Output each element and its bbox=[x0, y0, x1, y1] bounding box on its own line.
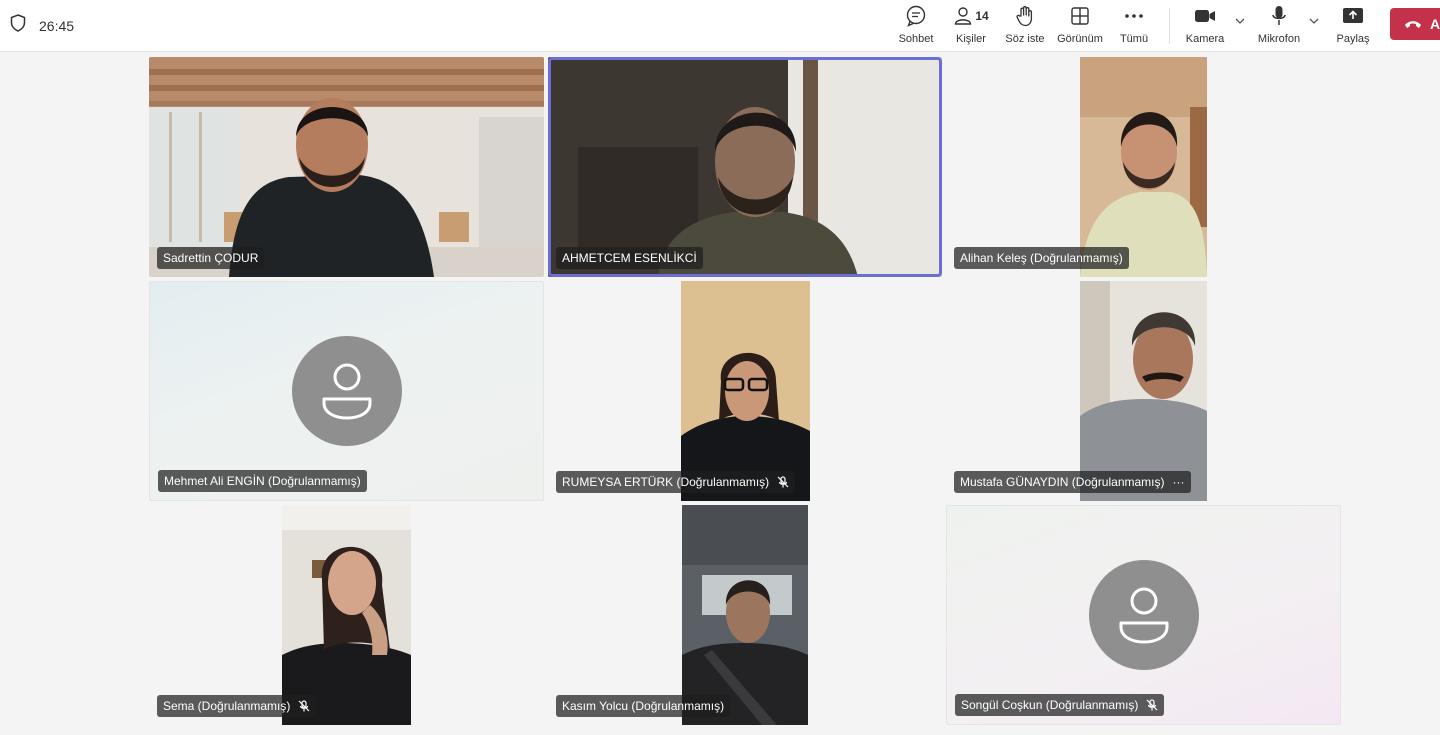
more-icon bbox=[1124, 4, 1144, 28]
camera-options-chevron-icon[interactable] bbox=[1233, 14, 1247, 28]
microphone-button[interactable]: Mikrofon bbox=[1256, 4, 1302, 48]
leave-label: A bbox=[1430, 16, 1440, 32]
participant-name-tag: Sadrettin ÇODUR bbox=[157, 247, 265, 269]
raise-hand-label: Söz iste bbox=[1005, 33, 1045, 45]
participant-name: AHMETCEM ESENLİKCİ bbox=[562, 251, 697, 265]
video-frame bbox=[682, 505, 808, 725]
participant-name-tag: Alihan Keleş (Doğrulanmamış) bbox=[954, 247, 1129, 269]
more-button[interactable]: Tümü bbox=[1118, 4, 1150, 48]
video-frame bbox=[149, 57, 544, 277]
participant-video bbox=[149, 57, 544, 277]
view-label: Görünüm bbox=[1057, 33, 1103, 45]
mic-muted-icon bbox=[298, 700, 310, 712]
phone-hangup-icon bbox=[1404, 16, 1422, 32]
participant-name: Mustafa GÜNAYDIN (Doğrulanmamış) bbox=[960, 475, 1165, 489]
camera-button[interactable]: Kamera bbox=[1185, 4, 1225, 48]
more-label: Tümü bbox=[1119, 33, 1149, 45]
video-frame bbox=[548, 57, 942, 277]
raise-hand-button[interactable]: Söz iste bbox=[1005, 4, 1045, 48]
people-button[interactable]: 14 Kişiler bbox=[950, 4, 992, 48]
person-icon bbox=[1119, 587, 1168, 644]
chat-button[interactable]: Sohbet bbox=[896, 4, 936, 48]
participant-name: Sema (Doğrulanmamış) bbox=[163, 699, 291, 713]
mic-muted-icon bbox=[1146, 699, 1158, 711]
participant-name-tag: Kasım Yolcu (Doğrulanmamış) bbox=[556, 695, 731, 717]
grid-icon bbox=[1070, 4, 1090, 28]
participant-tile-kasim[interactable]: Kasım Yolcu (Doğrulanmamış) bbox=[548, 505, 942, 725]
microphone-label: Mikrofon bbox=[1257, 33, 1301, 45]
participant-tile-mustafa[interactable]: Mustafa GÜNAYDIN (Doğrulanmamış) ··· bbox=[946, 281, 1341, 501]
participant-tile-mehmet-ali[interactable]: Mehmet Ali ENGİN (Doğrulanmamış) bbox=[149, 281, 544, 501]
participant-name: Alihan Keleş (Doğrulanmamış) bbox=[960, 251, 1123, 265]
hand-icon bbox=[1015, 4, 1035, 28]
mic-muted-icon bbox=[777, 476, 789, 488]
participant-name-tag: Mustafa GÜNAYDIN (Doğrulanmamış) ··· bbox=[954, 471, 1191, 493]
participant-tile-sema[interactable]: Sema (Doğrulanmamış) bbox=[149, 505, 544, 725]
chat-label: Sohbet bbox=[898, 33, 934, 45]
participant-name: Songül Coşkun (Doğrulanmamış) bbox=[961, 698, 1139, 712]
camera-icon bbox=[1194, 4, 1216, 28]
video-frame bbox=[282, 505, 411, 725]
participant-video bbox=[682, 505, 808, 725]
participant-tile-alihan[interactable]: Alihan Keleş (Doğrulanmamış) bbox=[946, 57, 1341, 277]
meeting-toolbar: 26:45 Sohbet 14 Kişiler Söz iste Görünüm… bbox=[0, 0, 1440, 52]
participant-video bbox=[681, 281, 810, 501]
share-icon bbox=[1342, 4, 1364, 28]
participant-tile-rumeysa[interactable]: RUMEYSA ERTÜRK (Doğrulanmamış) bbox=[548, 281, 942, 501]
participant-video bbox=[1080, 57, 1207, 277]
participant-video bbox=[548, 57, 942, 277]
shield-icon bbox=[10, 14, 26, 37]
video-frame bbox=[1080, 281, 1207, 501]
leave-button[interactable]: A bbox=[1390, 8, 1440, 40]
camera-label: Kamera bbox=[1185, 33, 1225, 45]
participant-name-tag: AHMETCEM ESENLİKCİ bbox=[556, 247, 703, 269]
video-frame bbox=[681, 281, 810, 501]
person-icon bbox=[322, 363, 371, 420]
avatar bbox=[291, 336, 402, 446]
participant-tile-sadrettin[interactable]: Sadrettin ÇODUR bbox=[149, 57, 544, 277]
avatar bbox=[1088, 560, 1199, 670]
timer-text: 26:45 bbox=[39, 17, 75, 34]
participant-name: Sadrettin ÇODUR bbox=[163, 251, 259, 265]
participant-video bbox=[282, 505, 411, 725]
participant-name-tag: Mehmet Ali ENGİN (Doğrulanmamış) bbox=[158, 470, 367, 492]
microphone-options-chevron-icon[interactable] bbox=[1307, 14, 1321, 28]
toolbar-divider bbox=[1169, 8, 1170, 44]
participant-tile-songul[interactable]: Songül Coşkun (Doğrulanmamış) bbox=[946, 505, 1341, 725]
participant-more-options[interactable]: ··· bbox=[1173, 471, 1185, 493]
video-frame bbox=[1080, 57, 1207, 277]
share-button[interactable]: Paylaş bbox=[1334, 4, 1372, 48]
participant-name: Kasım Yolcu (Doğrulanmamış) bbox=[562, 699, 725, 713]
chat-icon bbox=[905, 4, 927, 28]
participant-video bbox=[1080, 281, 1207, 501]
participant-tile-ahmetcem[interactable]: AHMETCEM ESENLİKCİ bbox=[548, 57, 942, 277]
people-count: 14 bbox=[975, 9, 989, 23]
meeting-timer: 26:45 bbox=[10, 14, 74, 37]
participant-name-tag: RUMEYSA ERTÜRK (Doğrulanmamış) bbox=[556, 471, 796, 493]
share-label: Paylaş bbox=[1336, 33, 1370, 45]
microphone-icon bbox=[1271, 4, 1287, 28]
participant-name: RUMEYSA ERTÜRK (Doğrulanmamış) bbox=[562, 475, 770, 489]
people-icon: 14 bbox=[953, 4, 989, 28]
view-button[interactable]: Görünüm bbox=[1056, 4, 1104, 48]
participant-name: Mehmet Ali ENGİN (Doğrulanmamış) bbox=[164, 474, 361, 488]
participant-name-tag: Sema (Doğrulanmamış) bbox=[157, 695, 317, 717]
participant-name-tag: Songül Coşkun (Doğrulanmamış) bbox=[955, 694, 1165, 716]
people-label: Kişiler bbox=[956, 33, 986, 45]
